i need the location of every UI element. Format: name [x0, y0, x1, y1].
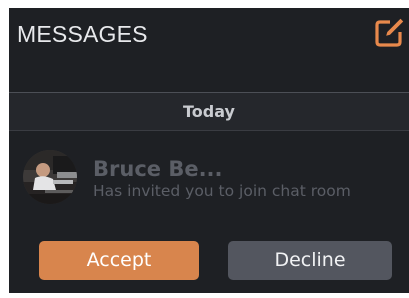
- decline-button[interactable]: Decline: [228, 241, 392, 280]
- date-section-header: Today: [9, 93, 409, 131]
- messages-header: MESSAGES: [9, 8, 409, 92]
- compose-icon[interactable]: [373, 17, 405, 49]
- page-title: MESSAGES: [17, 21, 148, 47]
- invite-message: Has invited you to join chat room: [93, 182, 351, 200]
- avatar: [23, 150, 77, 204]
- messages-panel: MESSAGES Today Bruce Be... Has invited y…: [9, 8, 409, 293]
- sender-name: Bruce Be...: [93, 157, 223, 181]
- chat-invite-notification: Bruce Be... Has invited you to join chat…: [9, 131, 409, 293]
- accept-button[interactable]: Accept: [39, 241, 199, 280]
- date-label: Today: [183, 102, 235, 121]
